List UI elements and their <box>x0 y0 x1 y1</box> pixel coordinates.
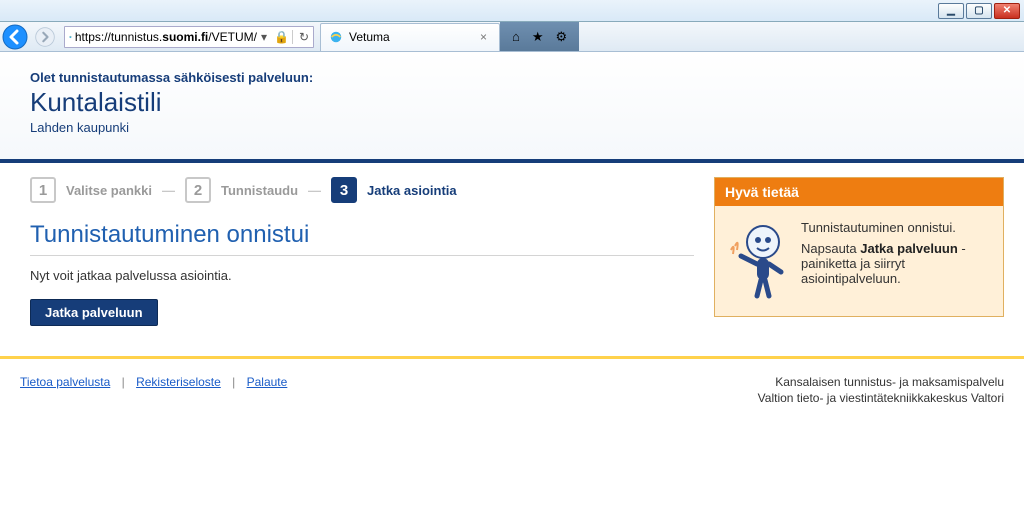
page-heading: Tunnistautuminen onnistui <box>30 221 694 249</box>
info-box: Hyvä tietää <box>714 177 1004 317</box>
page-footer: Tietoa palvelusta | Rekisteriseloste | P… <box>0 359 1024 427</box>
arrow-left-icon <box>2 24 28 50</box>
intro-text: Olet tunnistautumassa sähköisesti palvel… <box>30 70 1004 85</box>
info-box-title: Hyvä tietää <box>715 178 1003 206</box>
service-header: Olet tunnistautumassa sähköisesti palvel… <box>0 52 1024 159</box>
mascot-icon <box>727 220 791 300</box>
footer-link-registry[interactable]: Rekisteriseloste <box>136 375 221 389</box>
tab-title: Vetuma <box>349 30 390 44</box>
window-minimize-button[interactable]: ▁ <box>938 3 964 19</box>
organization-name: Lahden kaupunki <box>30 120 1004 135</box>
footer-link-feedback[interactable]: Palaute <box>247 375 288 389</box>
step-2-label: Tunnistaudu <box>221 183 298 198</box>
footer-links: Tietoa palvelusta | Rekisteriseloste | P… <box>20 375 287 407</box>
arrow-right-icon <box>34 26 56 48</box>
address-bar[interactable]: https://tunnistus.suomi.fi/VETUM/ ▾ 🔒 ↻ <box>64 26 314 48</box>
window-maximize-button[interactable]: ▢ <box>966 3 992 19</box>
footer-org: Kansalaisen tunnistus- ja maksamispalvel… <box>758 375 1004 407</box>
tab-close-icon[interactable]: × <box>476 30 491 44</box>
url-text: https://tunnistus.suomi.fi/VETUM/ <box>75 30 257 44</box>
toolbar-right: ⌂ ★ ⚙ <box>500 22 579 51</box>
footer-link-about[interactable]: Tietoa palvelusta <box>20 375 110 389</box>
dropdown-icon[interactable]: ▾ <box>257 30 271 44</box>
favorites-icon[interactable]: ★ <box>532 29 544 45</box>
ie-icon <box>69 30 72 44</box>
step-2-number: 2 <box>185 177 211 203</box>
step-1-number: 1 <box>30 177 56 203</box>
browser-tab[interactable]: Vetuma × <box>320 23 500 51</box>
window-titlebar: ▁ ▢ ✕ <box>0 0 1024 22</box>
nav-forward-button[interactable] <box>30 22 60 52</box>
refresh-icon[interactable]: ↻ <box>292 30 309 44</box>
step-divider: — <box>162 183 175 198</box>
service-name: Kuntalaistili <box>30 87 1004 118</box>
step-divider: — <box>308 183 321 198</box>
nav-back-button[interactable] <box>0 22 30 52</box>
main-content: 1 Valitse pankki — 2 Tunnistaudu — 3 Jat… <box>30 177 694 326</box>
step-1-label: Valitse pankki <box>66 183 152 198</box>
page-viewport: Olet tunnistautumassa sähköisesti palvel… <box>0 52 1024 507</box>
browser-toolbar: https://tunnistus.suomi.fi/VETUM/ ▾ 🔒 ↻ … <box>0 22 1024 52</box>
step-3-number: 3 <box>331 177 357 203</box>
settings-icon[interactable]: ⚙ <box>556 29 568 45</box>
heading-underline <box>30 255 694 256</box>
info-box-text: Tunnistautuminen onnistui. Napsauta Jatk… <box>801 220 991 300</box>
lock-icon: 🔒 <box>274 30 289 44</box>
window-close-button[interactable]: ✕ <box>994 3 1020 19</box>
home-icon[interactable]: ⌂ <box>512 29 520 44</box>
body-text: Nyt voit jatkaa palvelussa asiointia. <box>30 268 694 283</box>
continue-button[interactable]: Jatka palveluun <box>30 299 158 326</box>
step-3-label: Jatka asiointia <box>367 183 457 198</box>
ie-icon <box>329 30 343 44</box>
progress-steps: 1 Valitse pankki — 2 Tunnistaudu — 3 Jat… <box>30 177 694 203</box>
